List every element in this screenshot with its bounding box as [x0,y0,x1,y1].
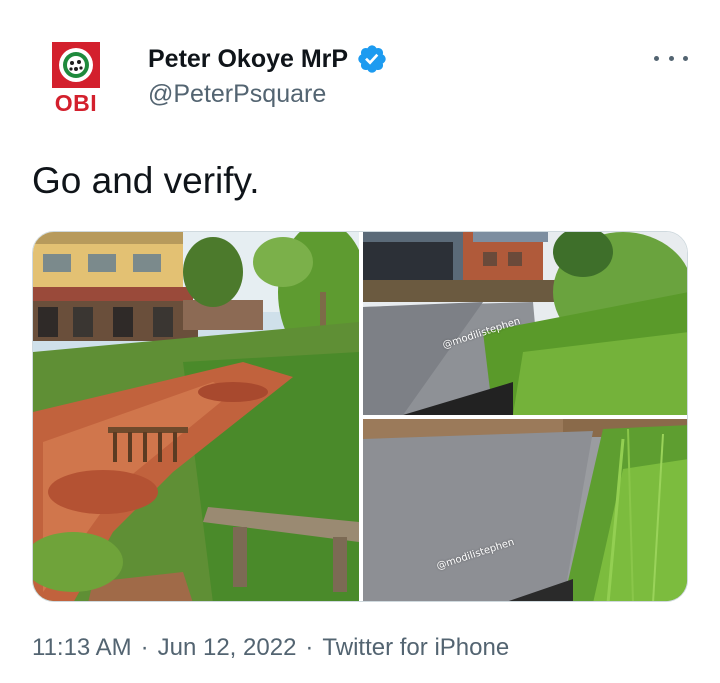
photo-street-drainage-image [33,232,359,601]
photo-road-grass-2[interactable]: @modilistephen [363,419,687,601]
avatar[interactable]: OBI [48,42,104,116]
photo-street-drainage[interactable] [33,232,359,601]
author-name-row: Peter Okoye MrP [148,42,388,76]
more-options-icon[interactable] [654,48,688,68]
tweet-time[interactable]: 11:13 AM [32,634,132,662]
dot [668,55,674,61]
tweet-metadata: 11:13 AM · Jun 12, 2022 · Twitter for iP… [32,634,509,662]
photo-road-grass-2-image [363,419,687,601]
dot [654,55,659,61]
photo-road-grass-1[interactable]: @modilistephen [363,232,687,415]
tweet-card: OBI Peter Okoye MrP @PeterPsquare Go and… [0,0,720,683]
photo-road-grass-1-image [363,232,687,415]
party-logo-icon [52,42,100,88]
verified-badge-icon [358,45,386,73]
display-name[interactable]: Peter Okoye MrP [148,45,348,74]
meta-separator: · [305,634,314,661]
media-grid: @modilistephen @modilistephen [32,231,688,602]
tweet-text: Go and verify. [32,160,260,201]
avatar-label: OBI [54,90,98,116]
dot [683,55,688,61]
tweet-source[interactable]: Twitter for iPhone [322,634,509,662]
tweet-date[interactable]: Jun 12, 2022 [158,634,297,662]
meta-separator: · [140,634,149,661]
author-handle[interactable]: @PeterPsquare [148,80,326,109]
